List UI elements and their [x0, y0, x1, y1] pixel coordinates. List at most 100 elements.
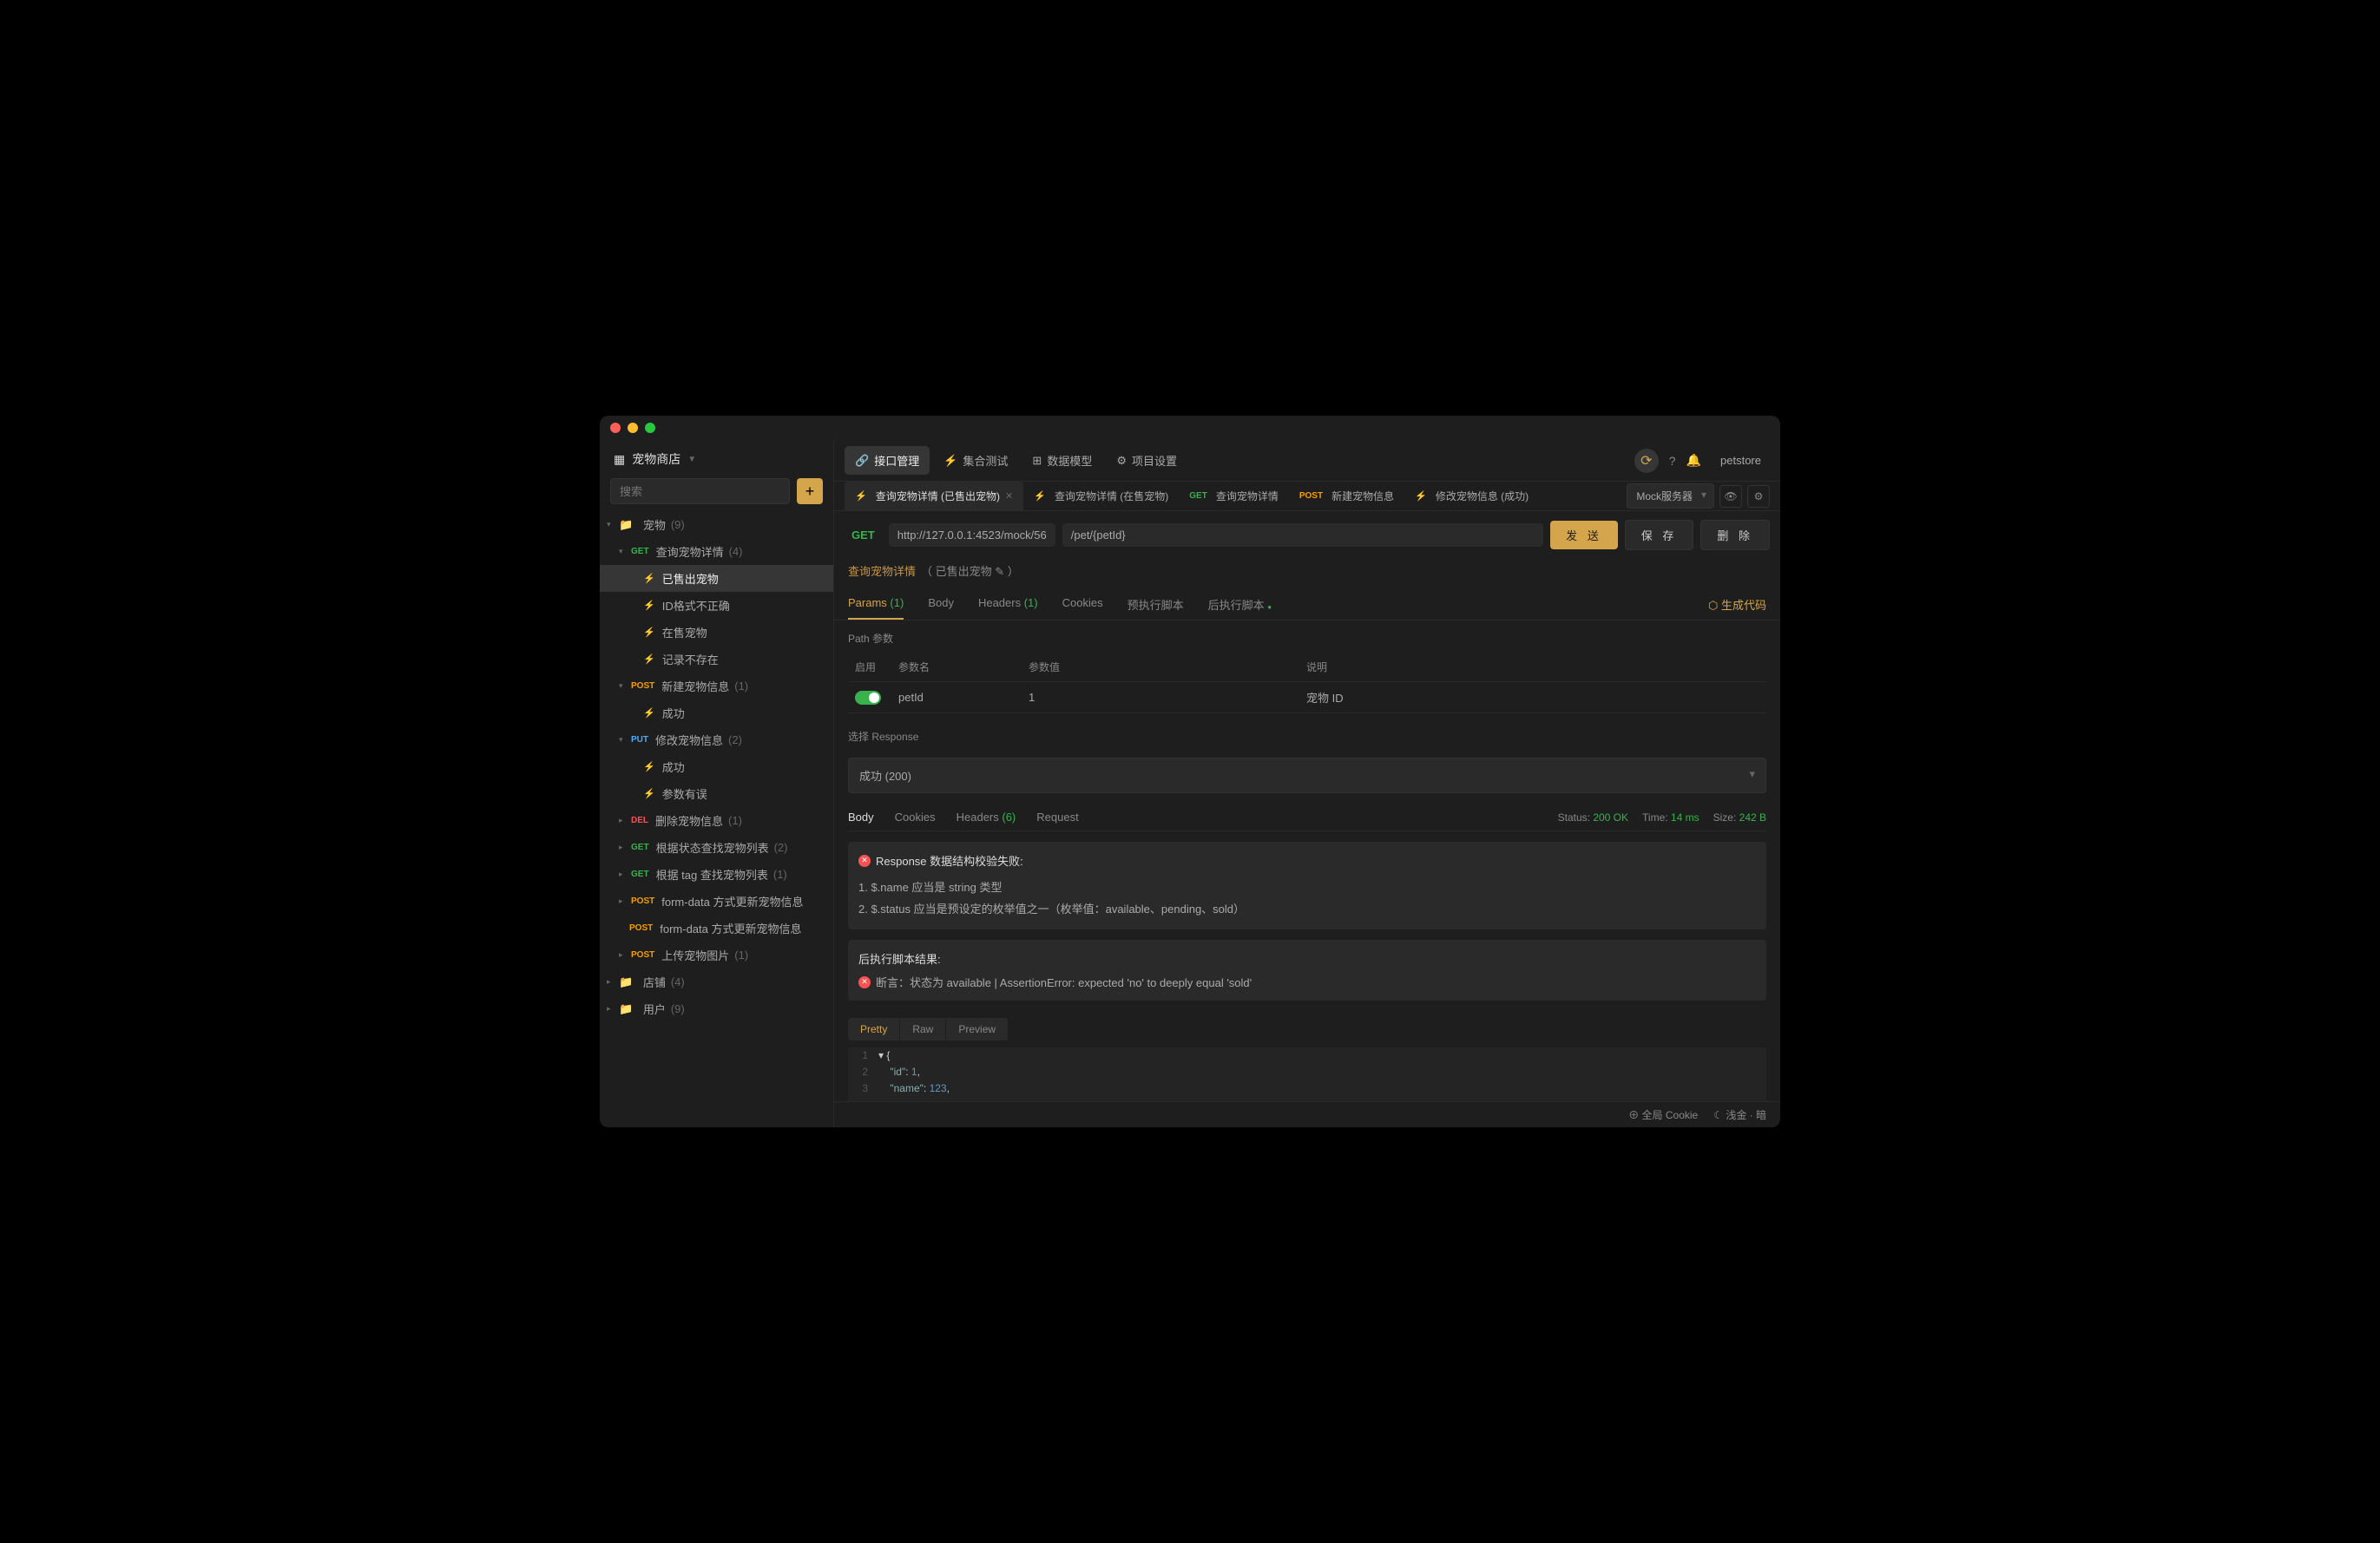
statusbar: ⊕ 全局 Cookie ☾ 浅金 · 暗	[834, 1101, 1780, 1127]
resp-tab-body[interactable]: Body	[848, 811, 874, 824]
dropdown-icon: ▼	[687, 455, 696, 464]
col-name: 参数名	[891, 653, 1022, 682]
resp-tab-headers[interactable]: Headers (6)	[957, 811, 1016, 824]
tree-case-notfound[interactable]: ⚡记录不存在	[600, 646, 833, 673]
view-pretty[interactable]: Pretty	[848, 1018, 900, 1041]
bell-icon[interactable]: 🔔	[1686, 453, 1701, 468]
close-window-icon[interactable]	[610, 423, 621, 433]
resp-tab-cookies[interactable]: Cookies	[895, 811, 936, 824]
col-enable: 启用	[848, 653, 891, 682]
tree-folder-user[interactable]: ▸📁 用户(9)	[600, 995, 833, 1022]
tree-api-find-status[interactable]: ▸GET根据状态查找宠物列表(2)	[600, 834, 833, 861]
params-table: 启用 参数名 参数值 说明 petId 1 宠物 ID	[848, 653, 1766, 713]
error-icon: ✕	[858, 855, 871, 867]
delete-button[interactable]: 删 除	[1700, 520, 1770, 550]
tree-api-delete-pet[interactable]: ▸DEL删除宠物信息(1)	[600, 807, 833, 834]
param-name[interactable]: petId	[891, 682, 1022, 713]
tab-sold-pet[interactable]: ⚡查询宠物详情 (已售出宠物)✕	[845, 482, 1023, 510]
search-input[interactable]	[610, 478, 790, 504]
tree-case-success-2[interactable]: ⚡成功	[600, 753, 833, 780]
tree-case-success-1[interactable]: ⚡成功	[600, 699, 833, 726]
script-result-title: 后执行脚本结果:	[858, 950, 1756, 967]
env-selector[interactable]: Mock服务器	[1627, 483, 1714, 509]
eye-icon[interactable]: 👁	[1719, 485, 1742, 508]
response-select[interactable]: 成功 (200)	[848, 758, 1766, 793]
add-button[interactable]: +	[797, 478, 823, 504]
titlebar	[600, 416, 1780, 440]
response-select-label: 选择 Response	[848, 713, 1766, 751]
tree-api-query-pet[interactable]: ▾GET查询宠物详情(4)	[600, 538, 833, 565]
save-button[interactable]: 保 存	[1625, 520, 1694, 550]
subtab-body[interactable]: Body	[928, 589, 954, 620]
global-cookie-button[interactable]: ⊕ 全局 Cookie	[1628, 1107, 1698, 1122]
param-row: petId 1 宠物 ID	[848, 682, 1766, 713]
response-body[interactable]: 1▾ { 2 "id": 1, 3 "name": 123, 4 "status…	[848, 1047, 1766, 1101]
tree-folder-shop[interactable]: ▸📁 店铺(4)	[600, 968, 833, 995]
tree-api-formdata-2[interactable]: POSTform-data 方式更新宠物信息	[600, 915, 833, 942]
close-icon[interactable]: ✕	[1005, 490, 1013, 502]
response-tabs: Body Cookies Headers (6) Request Status:…	[848, 800, 1766, 831]
http-method[interactable]: GET	[845, 529, 882, 542]
help-icon[interactable]: ?	[1669, 454, 1676, 468]
nav-api-mgmt[interactable]: 🔗接口管理	[845, 446, 930, 475]
time-label: Time: 14 ms	[1642, 811, 1700, 824]
size-label: Size: 242 B	[1713, 811, 1766, 824]
status-label: Status: 200 OK	[1558, 811, 1628, 824]
send-button[interactable]: 发 送	[1550, 521, 1618, 549]
tree-case-param-err[interactable]: ⚡参数有误	[600, 780, 833, 807]
tab-query-pet[interactable]: GET查询宠物详情	[1179, 482, 1289, 510]
workspace-name[interactable]: petstore	[1712, 450, 1770, 470]
gear-icon: ⚙	[1116, 454, 1127, 468]
param-enable-toggle[interactable]	[855, 691, 881, 705]
script-result-panel: 后执行脚本结果: ✕断言：状态为 available | AssertionEr…	[848, 940, 1766, 1001]
tree-api-update-pet[interactable]: ▾PUT修改宠物信息(2)	[600, 726, 833, 753]
view-raw[interactable]: Raw	[900, 1018, 946, 1041]
param-value[interactable]: 1	[1022, 682, 1299, 713]
param-desc[interactable]: 宠物 ID	[1299, 682, 1766, 713]
nav-collection-test[interactable]: ⚡集合测试	[933, 446, 1018, 475]
tree-icon: ⊞	[1032, 454, 1042, 468]
api-tree: ▾📁 宠物(9) ▾GET查询宠物详情(4) ⚡已售出宠物 ⚡ID格式不正确 ⚡…	[600, 511, 833, 1127]
request-subtabs: Params (1) Body Headers (1) Cookies 预执行脚…	[834, 589, 1780, 620]
breadcrumb: 查询宠物详情 （ 已售出宠物 ✎ ）	[834, 559, 1780, 589]
tab-create-pet[interactable]: POST新建宠物信息	[1289, 482, 1404, 510]
maximize-window-icon[interactable]	[645, 423, 655, 433]
generate-code-button[interactable]: ⬡ 生成代码	[1708, 596, 1766, 613]
project-name: 宠物商店	[632, 450, 680, 468]
sidebar: ▦ 宠物商店 ▼ + ▾📁 宠物(9) ▾GET查询宠物详情(4) ⚡已售出宠物…	[600, 440, 834, 1127]
validation-panel: ✕Response 数据结构校验失败: 1. $.name 应当是 string…	[848, 842, 1766, 929]
subtab-headers[interactable]: Headers (1)	[978, 589, 1038, 620]
sync-button[interactable]: ⟳	[1634, 449, 1659, 473]
tree-api-find-tag[interactable]: ▸GET根据 tag 查找宠物列表(1)	[600, 861, 833, 888]
subtab-pre-script[interactable]: 预执行脚本	[1128, 589, 1184, 620]
tree-case-bad-id[interactable]: ⚡ID格式不正确	[600, 592, 833, 619]
tree-case-onsale[interactable]: ⚡在售宠物	[600, 619, 833, 646]
resp-tab-request[interactable]: Request	[1036, 811, 1078, 824]
base-url: http://127.0.0.1:4523/mock/56	[889, 523, 1055, 547]
tree-case-sold[interactable]: ⚡已售出宠物	[600, 565, 833, 592]
validation-error-1: 1. $.name 应当是 string 类型	[858, 876, 1756, 897]
theme-button[interactable]: ☾ 浅金 · 暗	[1713, 1107, 1766, 1122]
subtab-cookies[interactable]: Cookies	[1062, 589, 1103, 620]
tree-folder-pets[interactable]: ▾📁 宠物(9)	[600, 511, 833, 538]
tree-api-formdata-1[interactable]: ▸POSTform-data 方式更新宠物信息	[600, 888, 833, 915]
link-icon: 🔗	[855, 454, 869, 468]
settings-icon[interactable]: ⚙	[1747, 485, 1770, 508]
tree-api-upload[interactable]: ▸POST上传宠物图片(1)	[600, 942, 833, 968]
subtab-post-script[interactable]: 后执行脚本 ●	[1208, 589, 1272, 620]
minimize-window-icon[interactable]	[628, 423, 638, 433]
subtab-params[interactable]: Params (1)	[848, 589, 904, 620]
tree-api-create-pet[interactable]: ▾POST新建宠物信息(1)	[600, 673, 833, 699]
project-selector[interactable]: ▦ 宠物商店 ▼	[600, 440, 833, 478]
breadcrumb-sub[interactable]: （ 已售出宠物 ✎ ）	[921, 562, 1019, 579]
app-window: ▦ 宠物商店 ▼ + ▾📁 宠物(9) ▾GET查询宠物详情(4) ⚡已售出宠物…	[600, 416, 1780, 1127]
tab-update-success[interactable]: ⚡修改宠物信息 (成功)	[1404, 482, 1539, 510]
tab-onsale-pet[interactable]: ⚡查询宠物详情 (在售宠物)	[1023, 482, 1179, 510]
request-path[interactable]: /pet/{petId}	[1062, 523, 1543, 547]
content-area: Path 参数 启用 参数名 参数值 说明 petId 1 宠物 ID	[834, 620, 1780, 1101]
nav-data-model[interactable]: ⊞数据模型	[1022, 446, 1102, 475]
nav-settings[interactable]: ⚙项目设置	[1106, 446, 1187, 475]
main-panel: 🔗接口管理 ⚡集合测试 ⊞数据模型 ⚙项目设置 ⟳ ? 🔔 petstore ⚡…	[834, 440, 1780, 1127]
view-preview[interactable]: Preview	[946, 1018, 1009, 1041]
refresh-icon: ⟳	[1640, 452, 1652, 469]
